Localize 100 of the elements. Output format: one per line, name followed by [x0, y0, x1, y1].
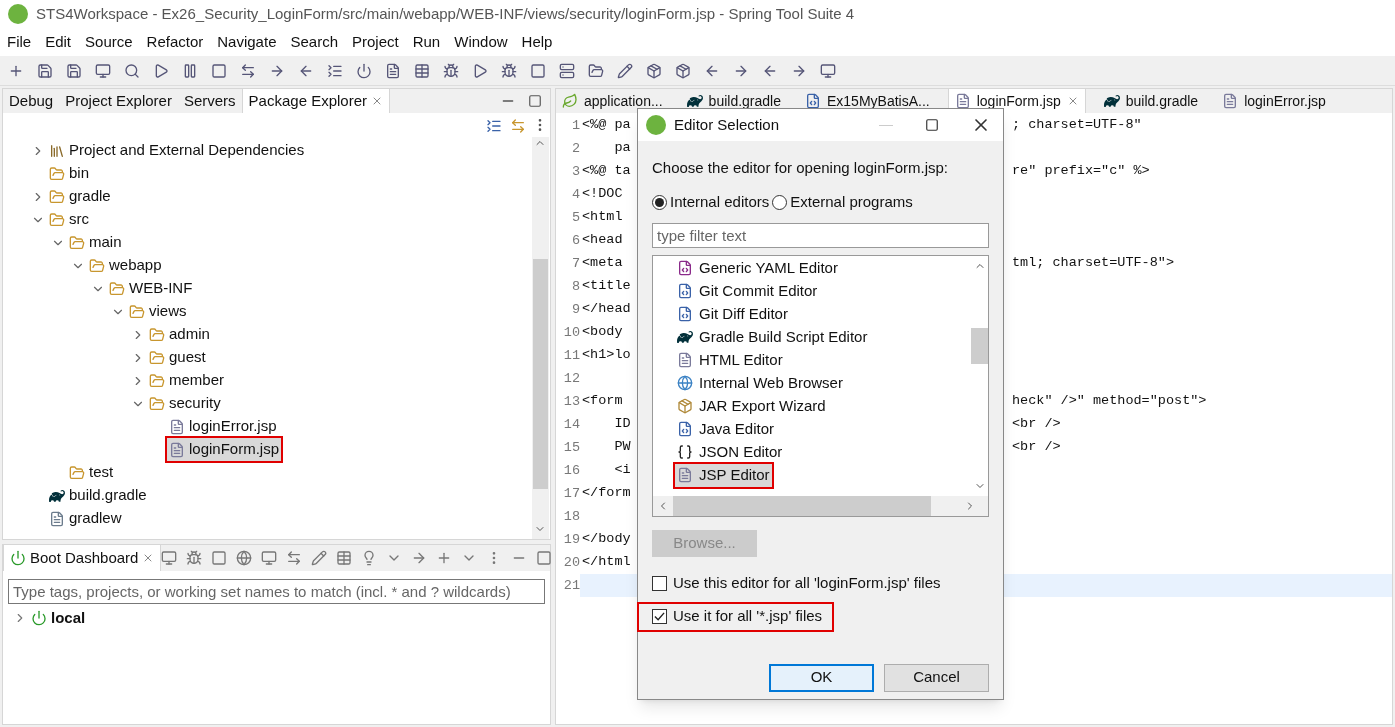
bug-icon[interactable] — [501, 62, 517, 79]
menu-item[interactable]: Search — [290, 30, 338, 54]
view-tab[interactable]: Package Explorer — [241, 89, 390, 113]
editor-tab[interactable]: build.gradle — [1097, 89, 1205, 113]
view-tab[interactable]: Project Explorer — [59, 89, 178, 113]
horizontal-scrollbar[interactable] — [653, 495, 988, 516]
code-text: tml; charset=UTF-8"> — [1012, 254, 1175, 273]
play-icon[interactable] — [153, 62, 169, 79]
menu-item[interactable]: Run — [412, 30, 441, 54]
tree-item[interactable]: gradlew — [47, 507, 124, 530]
tree-item[interactable]: src — [47, 208, 91, 231]
filter-field[interactable]: type filter text — [652, 222, 989, 248]
elephant-icon — [1103, 93, 1120, 109]
tree-item[interactable]: local — [51, 606, 86, 630]
monitor-icon[interactable] — [261, 550, 278, 566]
tree-item[interactable]: main — [67, 231, 124, 254]
tree-item[interactable]: bin — [47, 162, 92, 185]
scroll-thumb[interactable] — [532, 259, 548, 489]
stop-icon[interactable] — [211, 550, 228, 566]
search-icon[interactable] — [124, 62, 140, 79]
bug-icon[interactable] — [186, 550, 203, 566]
code-text: heck" />" method="post"> — [1012, 392, 1207, 411]
package-icon[interactable] — [646, 62, 662, 79]
file-icon[interactable] — [385, 62, 401, 79]
menu-item[interactable]: Project — [352, 30, 399, 54]
swap-icon[interactable] — [240, 62, 256, 79]
folder-icon[interactable] — [588, 62, 604, 79]
pause-icon[interactable] — [182, 62, 198, 79]
run-icon[interactable] — [472, 62, 488, 79]
server-icon[interactable] — [559, 62, 575, 79]
editor-tab[interactable]: loginError.jsp — [1216, 89, 1332, 113]
tree-item[interactable]: member — [147, 369, 226, 392]
list-item[interactable]: JSP Editor — [675, 463, 772, 487]
tree-item[interactable]: loginForm.jsp — [167, 438, 282, 461]
tree-item[interactable]: views — [127, 300, 189, 323]
dialog-button[interactable]: Cancel — [884, 663, 989, 692]
list-item[interactable]: Java Editor — [675, 417, 777, 441]
menu-item[interactable]: Window — [454, 30, 508, 54]
menu-item[interactable]: Help — [521, 30, 553, 54]
menu-item[interactable]: Navigate — [217, 30, 277, 54]
save-icon[interactable] — [37, 62, 53, 79]
tree-item[interactable]: admin — [147, 323, 212, 346]
power-icon[interactable] — [356, 62, 372, 79]
tree-item[interactable]: security — [147, 392, 223, 415]
menu-item[interactable]: Source — [85, 30, 133, 54]
link-icon[interactable] — [510, 118, 526, 134]
list-item[interactable]: Generic YAML Editor — [675, 256, 840, 280]
pencil-icon[interactable] — [617, 62, 633, 79]
swap-icon[interactable] — [286, 550, 303, 566]
maximize-icon[interactable] — [528, 94, 542, 108]
radio-button[interactable]: External programs — [772, 191, 913, 214]
dialog-button[interactable]: OK — [769, 663, 874, 692]
tree-item[interactable]: guest — [147, 346, 208, 369]
debug-icon[interactable] — [443, 62, 459, 79]
editor-tab[interactable]: Ex15MyBatisA... — [799, 89, 936, 113]
table-icon[interactable] — [414, 62, 430, 79]
pencil-icon[interactable] — [311, 550, 328, 566]
menu-item[interactable]: Refactor — [146, 30, 204, 54]
tree-item[interactable]: WEB-INF — [107, 277, 195, 300]
tree-item[interactable]: loginError.jsp — [167, 415, 279, 438]
checkbox-option[interactable]: Use it for all '*.jsp' files — [639, 603, 833, 630]
list-item[interactable]: JSON Editor — [675, 440, 785, 464]
list-item[interactable]: Git Diff Editor — [675, 302, 790, 326]
view-tab[interactable]: Boot Dashboard — [3, 545, 162, 571]
list-item[interactable]: Gradle Build Script Editor — [675, 325, 870, 349]
scroll-thumb[interactable] — [971, 327, 988, 364]
monitor-icon[interactable] — [95, 62, 111, 79]
editor-tab[interactable]: build.gradle — [680, 89, 787, 113]
stop-icon[interactable] — [530, 62, 546, 79]
tree-item[interactable]: Project and External Dependencies — [47, 139, 307, 162]
menu-item[interactable]: File — [7, 30, 32, 54]
table-icon[interactable] — [336, 550, 353, 566]
list-item[interactable]: Git Commit Editor — [675, 279, 820, 303]
menu-item[interactable]: Edit — [45, 30, 72, 54]
editor-tab[interactable]: application... — [556, 89, 669, 113]
package-icon — [677, 398, 693, 414]
view-tab[interactable]: Debug — [3, 89, 60, 113]
list-icon[interactable] — [327, 62, 343, 79]
filter-field[interactable]: Type tags, projects, or working set names to match (incl. * and ? wildcards) — [8, 579, 545, 604]
scroll-thumb[interactable] — [673, 495, 931, 516]
save-all-icon[interactable] — [66, 62, 82, 79]
tree-item[interactable]: gradle — [47, 185, 113, 208]
package-icon[interactable] — [675, 62, 691, 79]
radio-button[interactable]: Internal editors — [652, 191, 770, 214]
list-item[interactable]: HTML Editor — [675, 348, 785, 372]
tree-item[interactable]: webapp — [87, 254, 164, 277]
stop-icon[interactable] — [211, 62, 227, 79]
collapse-all-icon[interactable] — [486, 118, 502, 134]
maximize-icon[interactable] — [925, 118, 939, 132]
editor-tab[interactable]: loginForm.jsp — [947, 89, 1086, 113]
view-tab[interactable]: Servers — [177, 89, 242, 113]
tree-item[interactable]: test — [67, 461, 116, 484]
tree-item[interactable]: build.gradle — [47, 484, 149, 507]
checkbox-option[interactable]: Use this editor for all 'loginForm.jsp' files — [652, 573, 941, 594]
globe-icon[interactable] — [236, 550, 253, 566]
scrollbar[interactable] — [531, 137, 549, 539]
list-item[interactable]: JAR Export Wizard — [675, 394, 828, 418]
monitor-icon[interactable] — [820, 62, 836, 79]
list-item[interactable]: Internal Web Browser — [675, 371, 845, 395]
monitor-icon[interactable] — [161, 550, 178, 566]
